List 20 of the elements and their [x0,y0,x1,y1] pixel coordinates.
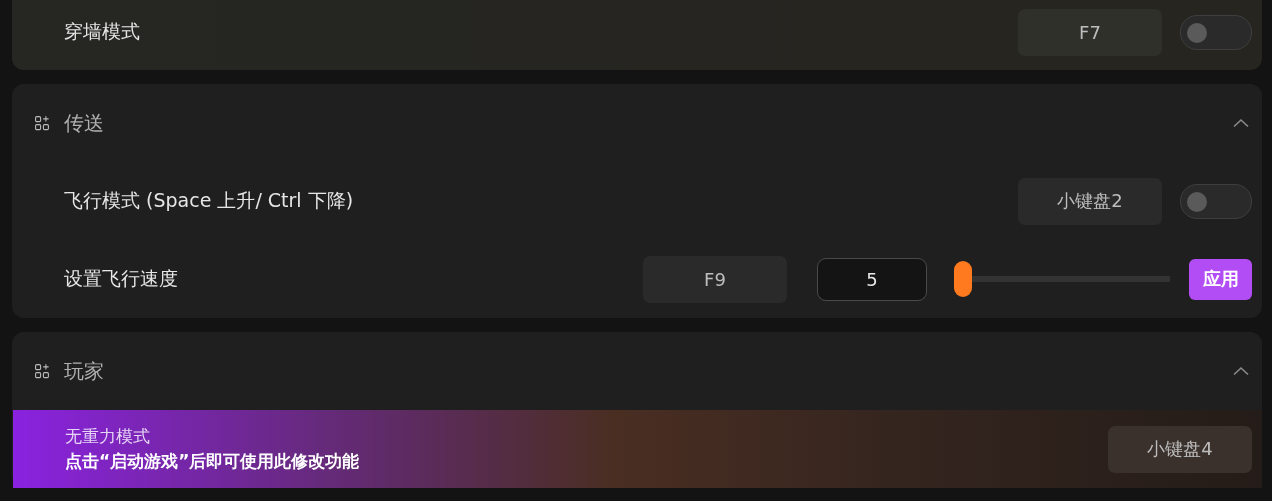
toggle-switch[interactable] [1180,14,1252,50]
notice-text: 点击“启动游戏”后即可使用此修改功能 [65,450,360,473]
hotkey-button[interactable]: 小键盘4 [1108,425,1252,473]
toggle-switch[interactable] [1180,183,1252,219]
setting-label: 飞行模式 (Space 上升/ Ctrl 下降) [64,188,354,213]
hotkey-button[interactable]: F7 [1018,8,1162,56]
setting-label: 设置飞行速度 [64,266,178,291]
section-title: 传送 [64,109,104,137]
setting-label: 穿墙模式 [64,19,140,44]
apps-add-icon [35,115,49,131]
speed-input[interactable]: 5 [817,257,927,301]
apps-add-icon [35,363,49,379]
chevron-up-icon[interactable] [1232,118,1250,128]
chevron-up-icon[interactable] [1232,366,1250,376]
hotkey-button[interactable]: 小键盘2 [1018,177,1162,225]
hotkey-button[interactable]: F9 [643,255,787,303]
section-title: 玩家 [64,357,104,385]
apply-button[interactable]: 应用 [1189,258,1252,300]
setting-label: 无重力模式 [65,425,151,448]
slider-thumb[interactable] [954,261,972,297]
